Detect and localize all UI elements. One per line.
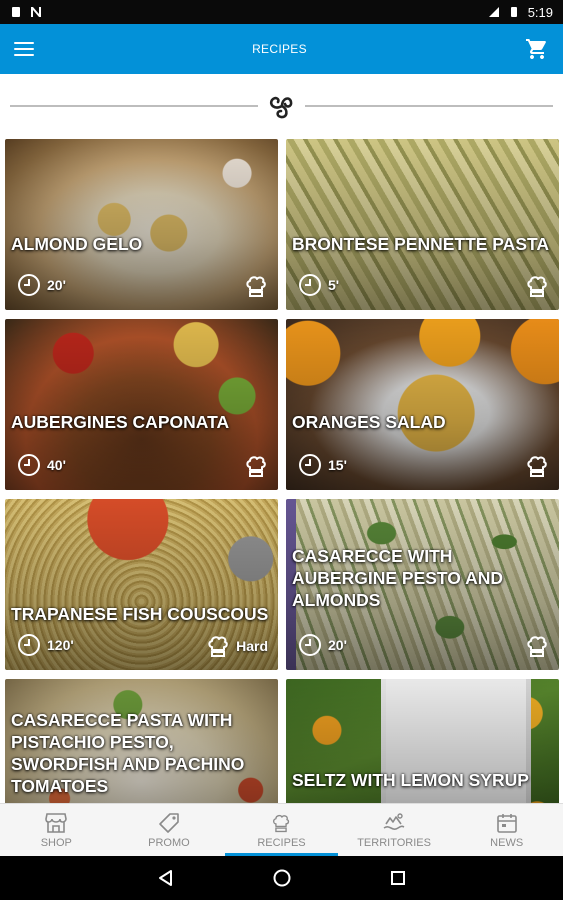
- recipe-card-casarecce-pistachio-swordfish[interactable]: CASARECCE PASTA WITH PISTACHIO PESTO, SW…: [5, 679, 278, 803]
- page-title: RECIPES: [252, 42, 307, 56]
- recipe-time: 120': [17, 633, 74, 657]
- nav-item-recipes[interactable]: RECIPES: [225, 804, 338, 856]
- recipe-name: ALMOND GELO: [11, 234, 143, 254]
- recipe-card-brontese-pennette[interactable]: BRONTESE PENNETTE PASTA 5': [286, 139, 559, 310]
- recipe-card-seltz-lemon-syrup[interactable]: SELTZ WITH LEMON SYRUP: [286, 679, 559, 803]
- recipe-time: 40': [17, 453, 66, 477]
- clock-icon: [18, 454, 40, 476]
- chef-hat-icon: [273, 814, 290, 832]
- recipe-name: TRAPANESE FISH COUSCOUS: [11, 604, 269, 624]
- recipe-difficulty: [244, 273, 268, 299]
- home-icon[interactable]: [272, 868, 292, 888]
- chef-hat-icon: [527, 636, 547, 657]
- recipe-time-label: 20': [47, 277, 66, 293]
- recipe-name: ORANGES SALAD: [292, 412, 446, 432]
- shop-icon: [45, 812, 68, 833]
- recipe-time-label: 40': [47, 457, 66, 473]
- recipe-time-label: 120': [47, 637, 74, 653]
- recipe-name: CASARECCE WITH AUBERGINE PESTO AND ALMON…: [292, 546, 503, 610]
- recipe-name: AUBERGINES CAPONATA: [11, 412, 230, 432]
- clock-icon: [18, 634, 40, 656]
- status-bar: 5:19: [0, 0, 563, 24]
- chef-hat-icon: [246, 456, 266, 477]
- system-navigation-bar: [0, 856, 563, 900]
- recipe-name: CASARECCE PASTA WITH PISTACHIO PESTO, SW…: [11, 710, 245, 796]
- recipe-time: 20': [298, 633, 347, 657]
- recipe-card-casarecce-aubergine-pesto[interactable]: CASARECCE WITH AUBERGINE PESTO AND ALMON…: [286, 499, 559, 670]
- nav-item-promo[interactable]: PROMO: [113, 804, 226, 856]
- recipe-time: 20': [17, 273, 66, 297]
- recipe-card-oranges-salad[interactable]: ORANGES SALAD 15': [286, 319, 559, 490]
- chef-hat-icon: [208, 636, 228, 657]
- recipe-grid: ALMOND GELO 20' BRONTESE PENNETTE PASTA …: [5, 139, 559, 803]
- chef-hat-icon: [246, 276, 266, 297]
- calendar-icon: [496, 813, 517, 833]
- territories-icon: [383, 812, 405, 830]
- recipe-name: SELTZ WITH LEMON SYRUP: [292, 770, 529, 790]
- nav-item-news[interactable]: NEWS: [450, 804, 563, 856]
- recipe-time-label: 5': [328, 277, 340, 293]
- clock-icon: [299, 274, 321, 296]
- recipe-difficulty: [525, 633, 549, 659]
- recipe-difficulty-label: Hard: [236, 638, 268, 654]
- nav-label: RECIPES: [257, 836, 306, 849]
- clock-icon: [299, 454, 321, 476]
- menu-icon[interactable]: [14, 42, 34, 56]
- recipe-card-trapanese-fish-couscous[interactable]: TRAPANESE FISH COUSCOUS 120' Hard: [5, 499, 278, 670]
- cart-icon[interactable]: [525, 37, 549, 61]
- recipe-time-label: 20': [328, 637, 347, 653]
- recipe-time: 5': [298, 273, 339, 297]
- recipe-name: BRONTESE PENNETTE PASTA: [292, 234, 550, 254]
- nav-label: PROMO: [148, 836, 190, 849]
- recipe-difficulty: Hard: [206, 633, 268, 659]
- recipe-difficulty: [525, 273, 549, 299]
- chef-hat-icon: [527, 456, 547, 477]
- nav-item-shop[interactable]: SHOP: [0, 804, 113, 856]
- recents-icon[interactable]: [388, 868, 408, 888]
- recipe-difficulty: [244, 453, 268, 479]
- tag-icon: [159, 812, 179, 833]
- triskelion-icon: [261, 86, 302, 126]
- notification-icon: [12, 7, 20, 17]
- back-icon[interactable]: [156, 868, 176, 888]
- app-bar: RECIPES: [0, 24, 563, 74]
- recipe-difficulty: [525, 453, 549, 479]
- recipe-time: 15': [298, 453, 347, 477]
- signal-icon: [488, 7, 499, 17]
- chef-hat-icon: [527, 276, 547, 297]
- clock-icon: [18, 274, 40, 296]
- bottom-navigation: SHOP PROMO RECIPES TERRITORIES NEWS: [0, 803, 563, 856]
- battery-icon: [510, 7, 517, 17]
- clock-icon: [299, 634, 321, 656]
- nav-label: TERRITORIES: [357, 836, 431, 849]
- nav-label: NEWS: [490, 836, 524, 849]
- nav-label: SHOP: [40, 836, 72, 849]
- recipe-time-label: 15': [328, 457, 347, 473]
- recipe-card-aubergines-caponata[interactable]: AUBERGINES CAPONATA 40': [5, 319, 278, 490]
- n-logo-icon: [31, 7, 41, 17]
- status-time: 5:19: [527, 4, 553, 20]
- section-divider: [0, 74, 563, 138]
- recipe-card-almond-gelo[interactable]: ALMOND GELO 20': [5, 139, 278, 310]
- nav-item-territories[interactable]: TERRITORIES: [338, 804, 451, 856]
